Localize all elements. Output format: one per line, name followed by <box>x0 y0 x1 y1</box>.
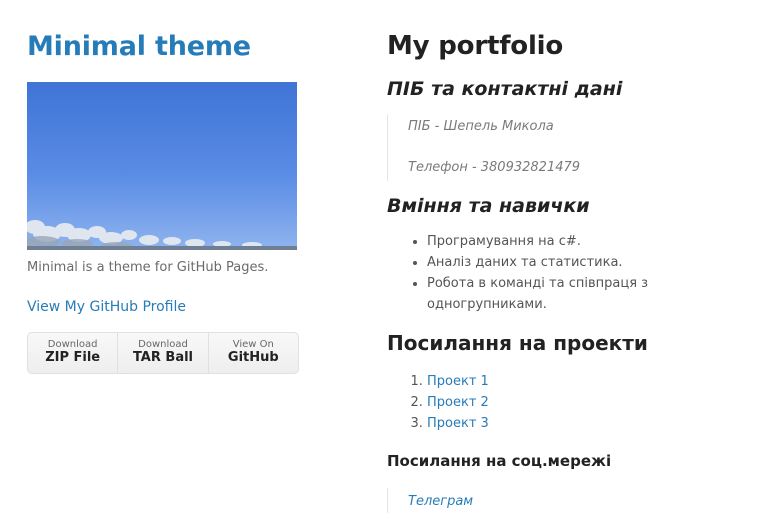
site-title: Minimal theme <box>27 30 327 64</box>
view-on-github-small: View On <box>232 339 274 350</box>
download-tar-big: TAR Ball <box>132 350 194 365</box>
list-item: Програмування на c#. <box>427 231 767 252</box>
view-on-github-button[interactable]: View On GitHub <box>209 333 298 373</box>
main-content: My portfolio ПІБ та контактні дані ПІБ -… <box>387 28 767 513</box>
contact-phone: Телефон - 380932821479 <box>408 160 581 175</box>
download-zip-big: ZIP File <box>45 350 101 365</box>
contacts-quote: ПІБ - Шепель Микола Телефон - 3809328214… <box>387 114 767 181</box>
sky-image <box>27 82 297 250</box>
list-item: Проект 1 <box>427 371 767 392</box>
social-heading: Посилання на соц.мережі <box>387 452 612 470</box>
download-tar-button[interactable]: Download TAR Ball <box>118 333 209 373</box>
contact-name: ПІБ - Шепель Микола <box>408 119 554 134</box>
social-quote: Телеграм <box>387 488 767 513</box>
skills-heading: Вміння та навички <box>387 195 590 217</box>
skills-list: Програмування на c#. Аналіз даних та ста… <box>387 231 767 315</box>
download-tar-small: Download <box>138 339 188 350</box>
projects-list: Проект 1 Проект 2 Проект 3 <box>387 371 767 434</box>
github-profile-link[interactable]: View My GitHub Profile <box>27 298 186 316</box>
tagline: Minimal is a theme for GitHub Pages. <box>27 260 269 275</box>
site-title-link[interactable]: Minimal theme <box>27 31 251 62</box>
project-link-2[interactable]: Проект 2 <box>427 395 489 410</box>
list-item: Робота в команді та співпраця з одногруп… <box>427 273 767 315</box>
projects-heading: Посилання на проекти <box>387 331 648 355</box>
list-item: Проект 3 <box>427 413 767 434</box>
list-item: Аналіз даних та статистика. <box>427 252 767 273</box>
list-item: Проект 2 <box>427 392 767 413</box>
contacts-heading: ПІБ та контактні дані <box>387 78 623 100</box>
page-title: My portfolio <box>387 31 564 61</box>
project-link-1[interactable]: Проект 1 <box>427 374 489 389</box>
sidebar: Minimal theme Minimal is a theme for Git… <box>27 30 327 374</box>
view-on-github-big: GitHub <box>227 350 279 365</box>
download-zip-button[interactable]: Download ZIP File <box>28 333 119 373</box>
download-buttons: Download ZIP File Download TAR Ball View… <box>27 332 299 374</box>
telegram-link[interactable]: Телеграм <box>408 494 473 509</box>
project-link-3[interactable]: Проект 3 <box>427 416 489 431</box>
download-zip-small: Download <box>47 339 98 350</box>
